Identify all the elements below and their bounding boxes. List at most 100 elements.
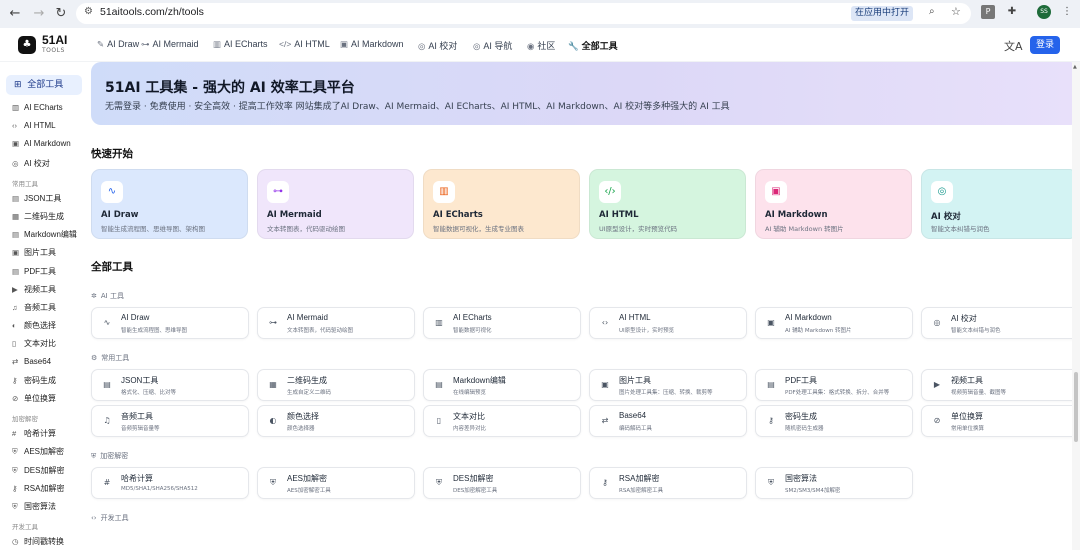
quick-start-card[interactable]: ⊶ AI Mermaid 文本转图表，代码驱动绘图 (257, 169, 414, 239)
profile-avatar[interactable]: SS (1037, 5, 1051, 19)
sidebar-item[interactable]: ⛨ AES加解密 (12, 446, 64, 457)
scrollbar[interactable] (1072, 62, 1080, 550)
quick-start-card-icon: ∿ (101, 181, 123, 203)
sidebar-item-label: RSA加解密 (24, 483, 65, 493)
tool-card[interactable]: # 哈希计算 MD5/SHA1/SHA256/SHA512 (91, 467, 249, 499)
url-text[interactable]: 51aitools.com/zh/tools (100, 6, 204, 18)
scrollbar-thumb[interactable] (1074, 372, 1078, 442)
sidebar-item-label: DES加解密 (24, 465, 65, 475)
logo-title[interactable]: 51AI (42, 33, 67, 47)
tool-card[interactable]: ⛨ AES加解密 AES加密解密工具 (257, 467, 415, 499)
extension-icon[interactable]: P (981, 5, 995, 19)
login-button[interactable]: 登录 (1030, 36, 1060, 54)
sidebar-item[interactable]: ⛨ 国密算法 (12, 501, 56, 512)
quick-start-card-desc: 智能生成流程图、思维导图、架构图 (101, 225, 205, 233)
tool-card[interactable]: ▣ 图片工具 图片处理工具集：压缩、转换、裁剪等 (589, 369, 747, 401)
tool-card-name: 国密算法 (785, 474, 817, 483)
tool-card[interactable]: ⊶ AI Mermaid 文本转图表，代码驱动绘图 (257, 307, 415, 339)
language-icon[interactable]: 文A (1004, 38, 1023, 54)
sidebar-item[interactable]: ▤ JSON工具 (12, 193, 61, 204)
tool-group-title: ‹› 开发工具 (91, 513, 129, 523)
nav-item-4[interactable]: ▣ AI Markdown (340, 39, 404, 50)
reload-icon[interactable]: ↻ (52, 5, 70, 23)
draw-icon: ✎ (97, 39, 105, 49)
site-info-icon[interactable]: ⚙ (84, 6, 93, 17)
sidebar-item-icon: ⊘ (12, 394, 19, 403)
nav-item-7[interactable]: ◉ 社区 (527, 39, 555, 52)
sidebar-item[interactable]: ⇄ Base64 (12, 357, 51, 366)
nav-item-label: AI 校对 (428, 41, 458, 51)
wrench-icon: 🔧 (568, 41, 579, 51)
tool-card[interactable]: ▤ PDF工具 PDF处理工具集：格式转换、拆分、合并等 (755, 369, 913, 401)
quick-start-card-title: AI 校对 (931, 212, 961, 222)
quick-start-card[interactable]: ▥ AI ECharts 智能数据可视化，生成专业图表 (423, 169, 580, 239)
quick-start-card[interactable]: ◎ AI 校对 智能文本纠错与润色 (921, 169, 1078, 239)
sidebar-item[interactable]: ◷ 时间戳转换 (12, 536, 64, 547)
sidebar-item[interactable]: ▦ 二维码生成 (12, 211, 64, 222)
sidebar-section-title: 常用工具 (12, 179, 38, 188)
nav-item-6[interactable]: ◎ AI 导航 (473, 39, 512, 52)
sidebar-item[interactable]: ▤ Markdown编辑 (12, 229, 77, 240)
sidebar-item[interactable]: ◐ 颜色选择 (12, 320, 56, 331)
tool-card[interactable]: ▥ AI ECharts 智能数据可视化 (423, 307, 581, 339)
sidebar-item[interactable]: ⚷ RSA加解密 (12, 483, 64, 494)
tool-card[interactable]: ▤ JSON工具 格式化、压缩、比对等 (91, 369, 249, 401)
sidebar-item[interactable]: ▣ AI Markdown (12, 139, 71, 148)
nav-item-5[interactable]: ◎ AI 校对 (418, 39, 457, 52)
sidebar-item[interactable]: ▤ PDF工具 (12, 266, 56, 277)
sidebar-item[interactable]: ◎ AI 校对 (12, 158, 50, 169)
tool-card[interactable]: ♫ 音频工具 音频剪辑音量等 (91, 405, 249, 437)
tool-card[interactable]: ◐ 颜色选择 颜色选择器 (257, 405, 415, 437)
tool-card-desc: 图片处理工具集：压缩、转换、裁剪等 (619, 390, 713, 396)
nav-item-1[interactable]: ⊶ AI Mermaid (141, 39, 199, 50)
tool-card-desc: 文本转图表，代码驱动绘图 (287, 328, 354, 334)
tool-card[interactable]: ⇄ Base64 编码解码工具 (589, 405, 747, 437)
tool-card[interactable]: ▦ 二维码生成 生成自定义二维码 (257, 369, 415, 401)
sidebar-item[interactable]: ⛨ DES加解密 (12, 465, 64, 476)
quick-start-card[interactable]: ▣ AI Markdown AI 辅助 Markdown 转图片 (755, 169, 912, 239)
community-icon: ◉ (527, 41, 535, 51)
forward-icon[interactable]: → (30, 5, 48, 23)
nav-item-0[interactable]: ✎ AI Draw (97, 39, 139, 50)
tool-card[interactable]: ∿ AI Draw 智能生成流程图、思维导图 (91, 307, 249, 339)
sidebar-item[interactable]: ▶ 视频工具 (12, 284, 56, 295)
tool-card[interactable]: ▣ AI Markdown AI 辅助 Markdown 转图片 (755, 307, 913, 339)
tool-card-icon: ▤ (103, 380, 111, 389)
tool-card[interactable]: ▶ 视频工具 视频剪辑音量、截图等 (921, 369, 1079, 401)
quick-start-card[interactable]: ‹/› AI HTML UI原型设计，实时预览代码 (589, 169, 746, 239)
sidebar-item[interactable]: ♫ 音频工具 (12, 302, 56, 313)
quick-start-card-icon: ◎ (931, 181, 953, 203)
sidebar-item[interactable]: ▥ AI ECharts (12, 103, 63, 112)
tool-card[interactable]: ◎ AI 校对 智能文本纠错与润色 (921, 307, 1079, 339)
tool-card-name: AI 校对 (951, 314, 977, 323)
tool-card[interactable]: ⛨ 国密算法 SM2/SM3/SM4加解密 (755, 467, 913, 499)
address-bar[interactable]: ⚙ 51aitools.com/zh/tools 在应用中打开 ⌕ ☆ (76, 3, 971, 24)
tool-card[interactable]: ⚷ 密码生成 随机密码生成器 (755, 405, 913, 437)
browser-menu-icon[interactable]: ⋮ (1060, 5, 1074, 19)
sidebar-item[interactable]: ⊘ 单位换算 (12, 393, 56, 404)
bookmark-star-icon[interactable]: ☆ (951, 5, 961, 18)
sidebar-item[interactable]: # 哈希计算 (12, 428, 56, 439)
sidebar-item[interactable]: ▣ 图片工具 (12, 247, 56, 258)
zoom-icon[interactable]: ⌕ (929, 6, 935, 17)
tool-card[interactable]: ▤ Markdown编辑 在线编辑预览 (423, 369, 581, 401)
nav-item-8[interactable]: 🔧 全部工具 (568, 39, 618, 52)
tool-card[interactable]: ⊘ 单位换算 常用单位换算 (921, 405, 1079, 437)
tool-card[interactable]: ⛨ DES加解密 DES加密解密工具 (423, 467, 581, 499)
tool-card[interactable]: ⚷ RSA加解密 RSA加密解密工具 (589, 467, 747, 499)
sidebar-item-icon: ◷ (12, 537, 19, 547)
sidebar-item[interactable]: ⚷ 密码生成 (12, 375, 56, 386)
open-in-app-button[interactable]: 在应用中打开 (851, 6, 914, 21)
sidebar-item-all-tools[interactable]: ⊞ 全部工具 (6, 75, 82, 95)
scroll-up-icon[interactable]: ▲ (1073, 64, 1077, 70)
quick-start-card[interactable]: ∿ AI Draw 智能生成流程图、思维导图、架构图 (91, 169, 248, 239)
tool-card[interactable]: ‹› AI HTML UI原型设计，实时预览 (589, 307, 747, 339)
sidebar-item[interactable]: ▯ 文本对比 (12, 338, 56, 349)
logo-icon[interactable]: ♣ (18, 36, 36, 54)
nav-item-3[interactable]: </> AI HTML (279, 39, 330, 49)
extensions-puzzle-icon[interactable]: ✚ (1005, 5, 1019, 19)
tool-card[interactable]: ▯ 文本对比 内容差异对比 (423, 405, 581, 437)
nav-item-2[interactable]: ▥ AI ECharts (213, 39, 268, 50)
back-icon[interactable]: ← (6, 5, 24, 23)
sidebar-item[interactable]: ‹› AI HTML (12, 121, 56, 130)
